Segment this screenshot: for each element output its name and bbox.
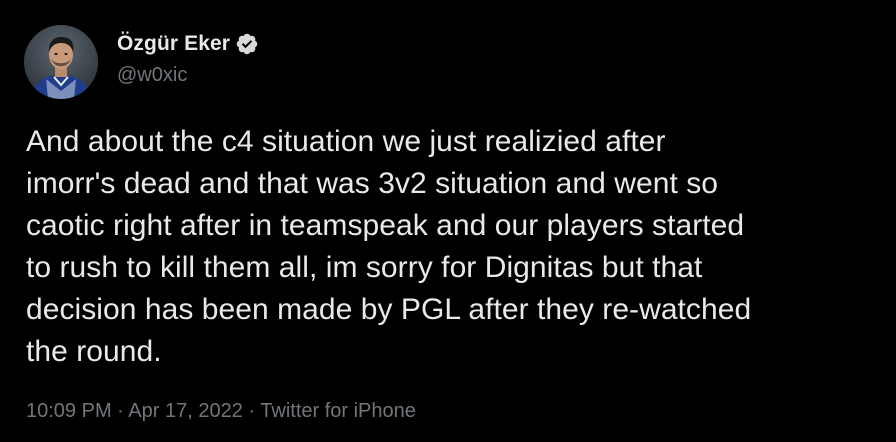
avatar-photo	[24, 25, 98, 99]
author-display-name[interactable]: Özgür Eker	[117, 32, 230, 56]
tweet-time[interactable]: 10:09 PM	[26, 400, 112, 422]
author-info: Özgür Eker @w0xic	[117, 32, 259, 87]
tweet-text: And about the c4 situation we just reali…	[26, 125, 752, 368]
author-name-row[interactable]: Özgür Eker	[117, 32, 259, 56]
tweet-meta: 10:09 PM · Apr 17, 2022 · Twitter for iP…	[26, 398, 416, 424]
tweet-card: Özgür Eker @w0xic And about the c4 situa…	[0, 0, 896, 442]
tweet-source[interactable]: Twitter for iPhone	[260, 400, 416, 422]
meta-separator: ·	[248, 400, 256, 422]
verified-badge-icon	[235, 32, 259, 56]
tweet-date[interactable]: Apr 17, 2022	[128, 400, 243, 422]
author-avatar[interactable]	[24, 25, 98, 99]
author-handle[interactable]: @w0xic	[117, 63, 259, 87]
meta-separator: ·	[117, 400, 124, 422]
